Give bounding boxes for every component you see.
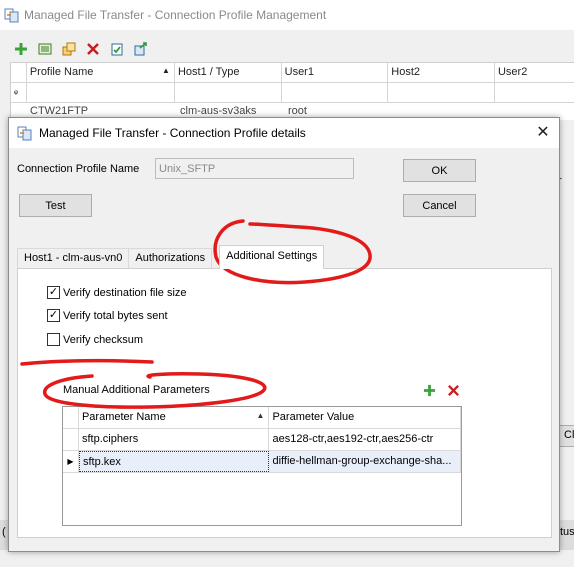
add-icon[interactable] (421, 382, 437, 398)
filter-cell[interactable] (27, 83, 175, 102)
param-name-cell[interactable]: sftp.kex (78, 451, 270, 472)
clipboard-check-icon[interactable] (108, 40, 126, 58)
column-parameter-name[interactable]: Parameter Name ▲ (78, 407, 270, 428)
verify-bytes-label: Verify total bytes sent (63, 309, 168, 322)
verify-checksum-checkbox-row[interactable]: Verify checksum (47, 333, 143, 346)
app-icon (17, 126, 32, 141)
column-parameter-value[interactable]: Parameter Value (269, 407, 461, 428)
row-selector[interactable] (63, 429, 79, 450)
column-label: User1 (284, 66, 314, 78)
table-row[interactable]: sftp.ciphers aes128-ctr,aes192-ctr,aes25… (63, 429, 461, 451)
row-selector-header (63, 407, 79, 428)
verify-size-checkbox-row[interactable]: ✓ Verify destination file size (47, 286, 187, 299)
verify-checksum-checkbox[interactable] (47, 333, 60, 346)
app-icon (4, 8, 19, 23)
background-window-title: Managed File Transfer - Connection Profi… (24, 8, 327, 22)
profiles-filter-row: ᵠ (11, 83, 574, 103)
column-label: User2 (497, 66, 528, 78)
tab-additional-settings[interactable]: Additional Settings (219, 245, 325, 269)
background-title-bar: Managed File Transfer - Connection Profi… (0, 0, 574, 30)
delete-icon[interactable] (84, 40, 102, 58)
param-name-cell[interactable]: sftp.ciphers (79, 429, 270, 450)
verify-size-checkbox[interactable]: ✓ (47, 286, 60, 299)
export-icon[interactable] (132, 40, 150, 58)
tab-authorizations[interactable]: Authorizations (128, 248, 213, 268)
sort-up-icon: ▲ (256, 411, 265, 420)
table-row[interactable]: ▶ sftp.kex diffie-hellman-group-exchange… (63, 451, 461, 473)
delete-icon[interactable] (445, 382, 461, 398)
params-grid: Parameter Name ▲ Parameter Value sftp.ci… (62, 406, 462, 526)
close-icon[interactable]: ✕ (533, 123, 553, 143)
ok-button[interactable]: OK (403, 159, 476, 182)
background-toolbar (12, 40, 150, 58)
column-host1-type[interactable]: Host1 / Type (175, 63, 282, 82)
filter-cell[interactable] (282, 83, 389, 102)
check-icon: ✓ (48, 286, 59, 298)
tab-host1[interactable]: Host1 - clm-aus-vn0 (17, 248, 130, 268)
background-status-right: tus (560, 520, 574, 550)
current-row-pointer-icon[interactable]: ▶ (63, 451, 79, 472)
manual-params-label: Manual Additional Parameters (63, 384, 210, 396)
column-label: Host1 / Type (177, 66, 240, 78)
profile-details-dialog: Managed File Transfer - Connection Profi… (8, 117, 560, 552)
verify-bytes-checkbox[interactable]: ✓ (47, 309, 60, 322)
sort-up-icon: ▲ (162, 66, 170, 75)
filter-cell[interactable] (495, 83, 574, 102)
profile-name-field[interactable] (155, 158, 354, 179)
background-close-button[interactable]: Cl (559, 425, 574, 447)
column-label: Profile Name (29, 66, 94, 78)
list-icon[interactable] (36, 40, 54, 58)
column-profile-name[interactable]: Profile Name ▲ (27, 63, 175, 82)
dialog-title: Managed File Transfer - Connection Profi… (39, 126, 306, 140)
param-value-cell[interactable]: aes128-ctr,aes192-ctr,aes256-ctr (269, 429, 461, 450)
verify-checksum-label: Verify checksum (63, 333, 144, 346)
verify-size-label: Verify destination file size (63, 286, 187, 299)
tab-strip: Host1 - clm-aus-vn0 Authorizations Addit… (17, 245, 325, 269)
column-host2[interactable]: Host2 (388, 63, 495, 82)
filter-cell[interactable] (175, 83, 282, 102)
dialog-title-bar: Managed File Transfer - Connection Profi… (9, 118, 559, 148)
params-grid-header: Parameter Name ▲ Parameter Value (63, 407, 461, 429)
param-value-cell[interactable]: diffie-hellman-group-exchange-sha... (269, 451, 461, 472)
column-user1[interactable]: User1 (282, 63, 389, 82)
add-icon[interactable] (12, 40, 30, 58)
profile-name-label: Connection Profile Name (17, 163, 140, 175)
column-label: Parameter Name (81, 411, 166, 423)
filter-icon: ᵠ (11, 83, 27, 102)
column-user2[interactable]: User2 (495, 63, 574, 82)
copy-icon[interactable] (60, 40, 78, 58)
column-label: Host2 (391, 66, 421, 78)
row-selector-header (11, 63, 27, 82)
test-button[interactable]: Test (19, 194, 92, 217)
profiles-grid: Profile Name ▲ Host1 / Type User1 Host2 … (10, 62, 574, 120)
cancel-button[interactable]: Cancel (403, 194, 476, 217)
filter-cell[interactable] (388, 83, 495, 102)
profiles-grid-header: Profile Name ▲ Host1 / Type User1 Host2 … (11, 63, 574, 83)
check-icon: ✓ (48, 309, 59, 321)
verify-bytes-checkbox-row[interactable]: ✓ Verify total bytes sent (47, 309, 168, 322)
column-label: Parameter Value (272, 411, 355, 423)
